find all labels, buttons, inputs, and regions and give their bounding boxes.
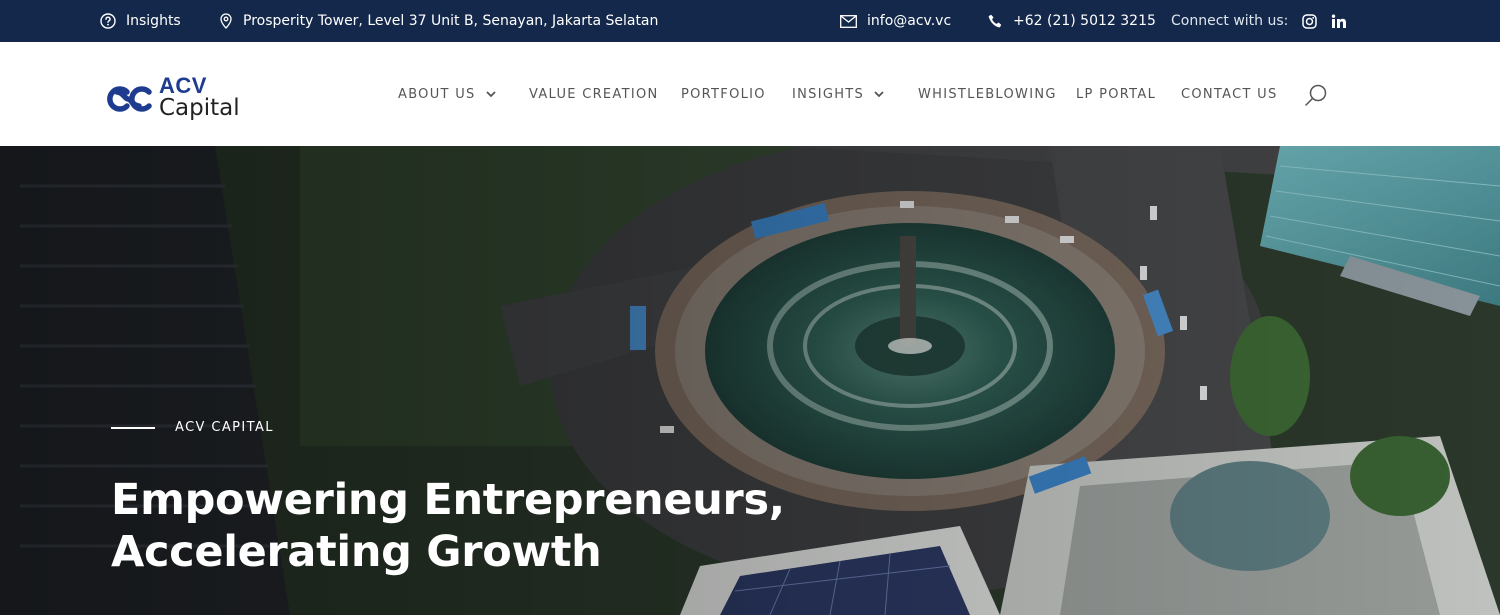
topbar-phone-link[interactable]: +62 (21) 5012 3215	[988, 0, 1156, 42]
topbar-address-text: Prosperity Tower, Level 37 Unit B, Senay…	[243, 13, 659, 29]
nav-item-label: INSIGHTS	[792, 86, 865, 102]
instagram-icon[interactable]	[1302, 13, 1318, 29]
chevron-down-icon	[874, 90, 884, 97]
nav-item-lp-portal[interactable]: LP PORTAL	[1076, 42, 1156, 146]
topbar-phone-text: +62 (21) 5012 3215	[1013, 13, 1156, 29]
nav-item-value-creation[interactable]: VALUE CREATION	[529, 42, 659, 146]
map-pin-icon	[220, 13, 232, 29]
nav-item-insights[interactable]: INSIGHTS	[792, 42, 884, 146]
connect-label: Connect with us:	[1171, 13, 1289, 29]
site-header: ACV Capital ABOUT US VALUE CREATION PORT…	[0, 42, 1500, 146]
acv-capital-logo[interactable]: ACV Capital	[101, 74, 251, 124]
nav-item-whistleblowing[interactable]: WHISTLEBLOWING	[918, 42, 1057, 146]
nav-item-about-us[interactable]: ABOUT US	[398, 42, 496, 146]
nav-item-label: WHISTLEBLOWING	[918, 86, 1057, 102]
nav-item-label: ABOUT US	[398, 86, 476, 102]
nav-item-portfolio[interactable]: PORTFOLIO	[681, 42, 766, 146]
hero-section: ACV CAPITAL Empowering Entrepreneurs, Ac…	[0, 146, 1500, 615]
hero-eyebrow: ACV CAPITAL	[111, 420, 274, 435]
question-circle-icon	[100, 13, 116, 29]
hero-title-line-2: Accelerating Growth	[111, 527, 602, 577]
hero-title: Empowering Entrepreneurs, Accelerating G…	[111, 474, 785, 578]
envelope-icon	[840, 14, 857, 28]
nav-item-contact-us[interactable]: CONTACT US	[1181, 42, 1278, 146]
nav-item-label: PORTFOLIO	[681, 86, 766, 102]
topbar-email-text: info@acv.vc	[867, 13, 952, 29]
linkedin-icon[interactable]	[1331, 14, 1347, 29]
topbar-insights-link[interactable]: Insights	[100, 0, 181, 42]
hero-eyebrow-text: ACV CAPITAL	[175, 420, 274, 435]
acv-logo-mark-icon	[107, 86, 152, 112]
nav-item-label: VALUE CREATION	[529, 86, 659, 102]
search-icon[interactable]	[1304, 83, 1328, 107]
topbar-insights-label: Insights	[126, 13, 181, 29]
topbar-social: Connect with us:	[1171, 0, 1347, 42]
logo-text-capital: Capital	[159, 95, 240, 121]
hero-title-line-1: Empowering Entrepreneurs,	[111, 475, 785, 525]
top-bar: Insights Prosperity Tower, Level 37 Unit…	[0, 0, 1500, 42]
topbar-address: Prosperity Tower, Level 37 Unit B, Senay…	[219, 0, 658, 42]
nav-item-label: LP PORTAL	[1076, 86, 1157, 102]
phone-icon	[988, 14, 1002, 27]
topbar-email-link[interactable]: info@acv.vc	[840, 0, 951, 42]
chevron-down-icon	[485, 90, 496, 97]
nav-item-label: CONTACT US	[1181, 86, 1278, 102]
eyebrow-divider	[111, 426, 155, 429]
